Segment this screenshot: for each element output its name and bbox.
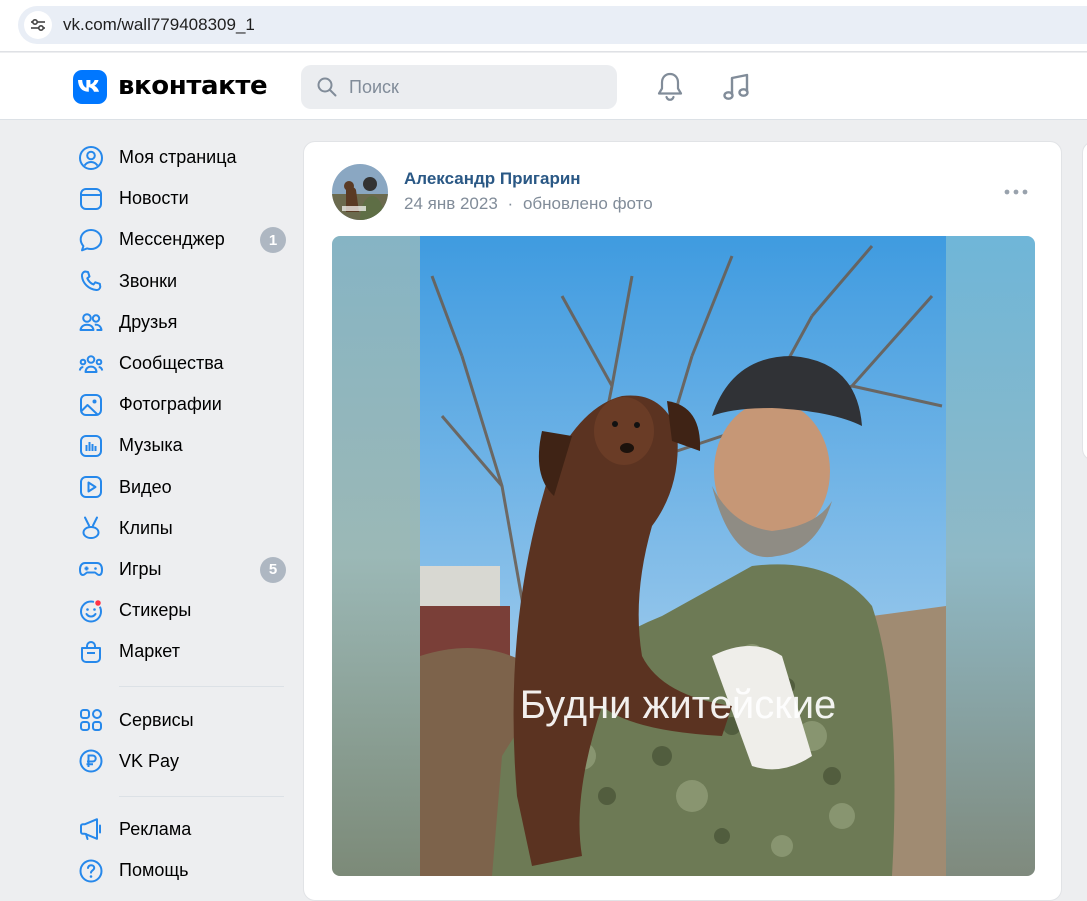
friends-icon (74, 308, 108, 336)
nav-item-my-page[interactable]: Моя страница (74, 137, 288, 178)
nav-item-games[interactable]: Игры 5 (74, 549, 288, 590)
services-icon (74, 706, 108, 734)
photo-caption: Будни житейские (520, 683, 837, 727)
nav-label: Звонки (119, 270, 178, 291)
user-circle-icon (74, 144, 108, 172)
messenger-unread-badge: 1 (260, 227, 286, 254)
stickers-icon (74, 597, 108, 625)
nav-label: Видео (119, 476, 172, 497)
communities-icon (74, 350, 108, 378)
post-date[interactable]: 24 янв 2023 (404, 194, 498, 213)
video-icon (74, 473, 108, 501)
nav-label: Музыка (119, 435, 183, 456)
nav-label: Сервисы (119, 709, 194, 730)
music-note-icon[interactable] (720, 71, 752, 103)
music-icon (74, 432, 108, 460)
nav-item-photos[interactable]: Фотографии (74, 384, 288, 425)
nav-label: Маркет (119, 641, 180, 662)
browser-toolbar: vk.com/wall779408309_1 (0, 0, 1087, 52)
nav-label: Новости (119, 188, 189, 209)
games-icon (74, 555, 108, 583)
search-input[interactable] (349, 65, 599, 109)
brand-wordmark[interactable]: вконтакте (118, 71, 268, 101)
message-icon (74, 226, 108, 254)
nav-label: Друзья (119, 311, 178, 332)
post-author-link[interactable]: Александр Пригарин (404, 169, 581, 189)
search-icon (317, 77, 337, 97)
nav-item-messenger[interactable]: Мессенджер 1 (74, 219, 288, 260)
url-text[interactable]: vk.com/wall779408309_1 (63, 15, 255, 35)
nav-item-music[interactable]: Музыка (74, 425, 288, 466)
nav-item-communities[interactable]: Сообщества (74, 343, 288, 384)
nav-divider (119, 686, 284, 688)
nav-item-news[interactable]: Новости (74, 178, 288, 219)
more-options-icon[interactable] (1004, 189, 1028, 195)
nav-label: Игры (119, 558, 162, 579)
nav-label: Помощь (119, 860, 189, 881)
vk-logo[interactable] (73, 70, 107, 104)
nav-item-stickers[interactable]: Стикеры (74, 590, 288, 631)
nav-label: Стикеры (119, 600, 192, 621)
nav-item-vkpay[interactable]: VK Pay (74, 741, 288, 782)
news-icon (74, 185, 108, 213)
author-avatar[interactable] (332, 164, 388, 220)
vkpay-icon (74, 747, 108, 775)
notifications-bell-icon[interactable] (655, 71, 685, 103)
nav-item-ads[interactable]: Реклама (74, 809, 288, 850)
nav-item-market[interactable]: Маркет (74, 631, 288, 672)
post-photo[interactable]: Будни житейские (332, 236, 1035, 876)
nav-divider (119, 795, 284, 797)
meta-separator: · (507, 194, 514, 213)
post-action: обновлено фото (522, 194, 653, 213)
phone-icon (74, 267, 108, 295)
nav-label: Мессенджер (119, 229, 225, 250)
right-column-card (1082, 141, 1087, 461)
nav-label: Моя страница (119, 147, 237, 168)
market-icon (74, 638, 108, 666)
search-box[interactable] (301, 65, 617, 109)
nav-label: Клипы (119, 517, 173, 538)
nav-item-friends[interactable]: Друзья (74, 302, 288, 343)
wall-post: Александр Пригарин 24 янв 2023 · обновле… (303, 141, 1062, 901)
clips-icon (74, 514, 108, 542)
nav-label: Сообщества (119, 353, 224, 374)
ads-icon (74, 815, 108, 843)
post-meta: 24 янв 2023 · обновлено фото (404, 194, 653, 214)
help-icon (74, 857, 108, 885)
vk-header: вконтакте (0, 53, 1087, 120)
address-bar[interactable]: vk.com/wall779408309_1 (18, 6, 1087, 44)
nav-item-help[interactable]: Помощь (74, 850, 288, 891)
left-navigation: Моя страница Новости Мессенджер 1 Звонки… (74, 137, 288, 891)
nav-label: VK Pay (119, 750, 180, 771)
site-settings-icon[interactable] (24, 11, 52, 39)
games-badge: 5 (260, 556, 286, 583)
nav-item-calls[interactable]: Звонки (74, 261, 288, 302)
nav-item-services[interactable]: Сервисы (74, 699, 288, 740)
nav-item-clips[interactable]: Клипы (74, 508, 288, 549)
nav-item-video[interactable]: Видео (74, 467, 288, 508)
photos-icon (74, 391, 108, 419)
nav-label: Реклама (119, 818, 192, 839)
nav-label: Фотографии (119, 394, 222, 415)
